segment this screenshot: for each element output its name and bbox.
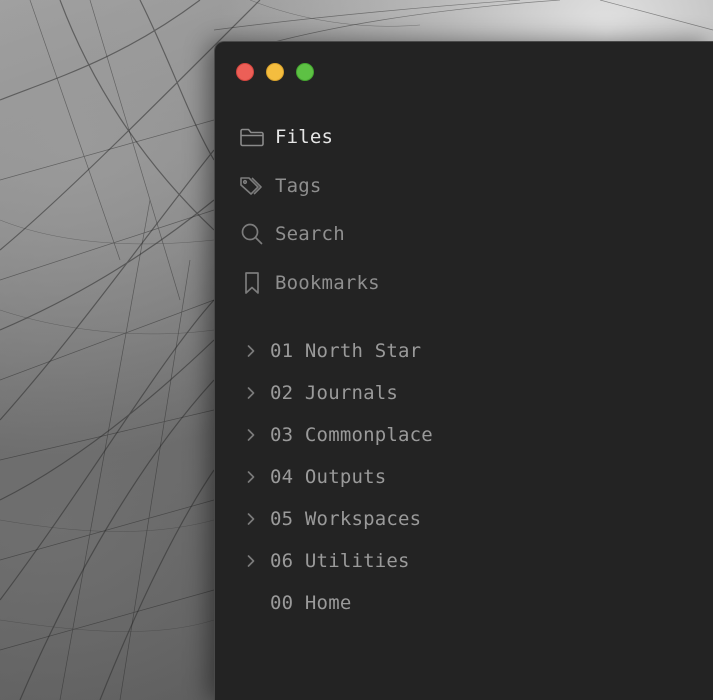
app-window: Files Tags Search Bookmarks 01 North Sta…	[214, 41, 713, 700]
folder-label: 01 North Star	[270, 340, 422, 362]
folder-label: 03 Commonplace	[270, 424, 433, 446]
folder-label: 04 Outputs	[270, 466, 387, 488]
maximize-window-button[interactable]	[296, 63, 314, 81]
folder-item[interactable]: 03 Commonplace	[241, 421, 433, 449]
nav-item-tags[interactable]: Tags	[239, 171, 322, 201]
nav-item-label: Search	[275, 223, 345, 245]
window-controls	[236, 63, 314, 81]
chevron-right-icon[interactable]	[241, 509, 261, 529]
folder-item[interactable]: 06 Utilities	[241, 547, 410, 575]
folder-item[interactable]: 02 Journals	[241, 379, 398, 407]
search-icon	[239, 221, 265, 247]
nav-item-label: Files	[275, 126, 334, 148]
tags-icon	[239, 173, 265, 199]
folder-label: 05 Workspaces	[270, 508, 422, 530]
folder-label: 06 Utilities	[270, 550, 410, 572]
nav-item-files[interactable]: Files	[239, 122, 333, 152]
chevron-right-icon[interactable]	[241, 425, 261, 445]
nav-item-search[interactable]: Search	[239, 219, 345, 249]
folder-item[interactable]: 01 North Star	[241, 337, 421, 365]
file-item-home[interactable]: 00 Home	[270, 589, 351, 617]
chevron-right-icon[interactable]	[241, 341, 261, 361]
folder-item[interactable]: 05 Workspaces	[241, 505, 421, 533]
chevron-right-icon[interactable]	[241, 383, 261, 403]
file-label: 00 Home	[270, 592, 352, 614]
minimize-window-button[interactable]	[266, 63, 284, 81]
nav-item-label: Tags	[275, 175, 322, 197]
close-window-button[interactable]	[236, 63, 254, 81]
chevron-right-icon[interactable]	[241, 467, 261, 487]
nav-item-bookmarks[interactable]: Bookmarks	[239, 268, 380, 298]
folder-icon	[239, 124, 265, 150]
folder-item[interactable]: 04 Outputs	[241, 463, 386, 491]
folder-label: 02 Journals	[270, 382, 399, 404]
chevron-right-icon[interactable]	[241, 551, 261, 571]
bookmark-icon	[239, 270, 265, 296]
nav-item-label: Bookmarks	[275, 272, 380, 294]
